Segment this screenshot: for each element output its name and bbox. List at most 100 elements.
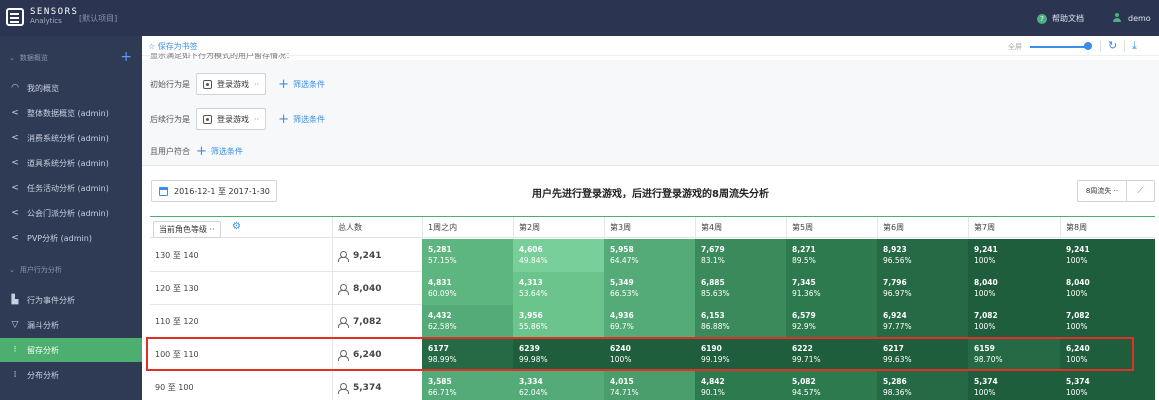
retention-cell[interactable]: 5,958 64.47% xyxy=(604,239,695,272)
table-header: 当前角色等级 ·· ⚙ 总人数 1周之内 第2周 第3周 第4周 第5周 第6周 第7周 第8周 xyxy=(150,216,1155,239)
retention-cell[interactable]: 3,585 66.71% xyxy=(422,371,513,400)
sidebar-item-label: 整体数据概览 (admin) xyxy=(27,108,109,118)
initial-add-filter-button[interactable]: + 筛选条件 xyxy=(278,77,325,92)
retention-cell[interactable]: 4,936 69.7% xyxy=(604,305,695,338)
retention-cell[interactable]: 6159 98.70% xyxy=(968,338,1060,371)
user-filter-row: 且用户符合 + 筛选条件 xyxy=(150,140,243,162)
cell-percent: 100% xyxy=(1066,355,1088,364)
period-select[interactable]: 8周流失 ·· xyxy=(1077,180,1127,202)
sidebar-item-overall[interactable]: < 整体数据概览 (admin) xyxy=(0,101,142,125)
cell-count: 5,082 xyxy=(792,377,816,386)
share-icon: < xyxy=(11,233,19,243)
row-label: 120 至 130 xyxy=(155,284,199,293)
line-chart-icon[interactable]: ⟋ xyxy=(1127,180,1155,202)
add-dashboard-icon[interactable]: + xyxy=(120,49,132,65)
row-total[interactable]: 9,241 xyxy=(332,239,422,272)
retention-cell[interactable]: 7,082 100% xyxy=(1060,305,1155,338)
retention-cell[interactable]: 6,885 85.63% xyxy=(695,272,786,305)
retention-cell[interactable]: 5,286 98.36% xyxy=(877,371,968,400)
cell-percent: 96.97% xyxy=(883,289,912,298)
sidebar-item-events[interactable]: ▙ 行为事件分析 xyxy=(0,288,142,312)
return-event-select[interactable]: 登录游戏 ·· xyxy=(196,108,267,130)
retention-cell[interactable]: 7,345 91.36% xyxy=(786,272,877,305)
retention-cell[interactable]: 9,241 100% xyxy=(1060,239,1155,272)
retention-cell[interactable]: 8,040 100% xyxy=(968,272,1060,305)
retention-cell[interactable]: 4,831 60.09% xyxy=(422,272,513,305)
sidebar-item-pvp[interactable]: < PVP分析 (admin) xyxy=(0,226,142,250)
retention-cell[interactable]: 8,271 89.5% xyxy=(786,239,877,272)
project-selector[interactable]: [默认项目] xyxy=(79,13,117,24)
retention-cell[interactable]: 7,796 96.97% xyxy=(877,272,968,305)
sidebar-item-label: 公会门派分析 (admin) xyxy=(27,208,109,218)
person-icon xyxy=(338,349,349,361)
sidebar-item-items[interactable]: < 道具系统分析 (admin) xyxy=(0,151,142,175)
logo-name: SENSORS xyxy=(30,7,79,17)
sidebar-item-retention[interactable]: ⁝ 留存分析 xyxy=(0,338,142,362)
zoom-slider[interactable] xyxy=(1030,46,1088,48)
row-total[interactable]: 6,240 xyxy=(332,338,422,371)
retention-cell[interactable]: 5,082 94.57% xyxy=(786,371,877,400)
retention-cell[interactable]: 3,334 62.04% xyxy=(513,371,604,400)
retention-cell[interactable]: 6190 99.19% xyxy=(695,338,786,371)
sidebar-group-behavior[interactable]: ⌄ 用户行为分析 xyxy=(0,258,142,282)
initial-event-select[interactable]: 登录游戏 ·· xyxy=(196,73,267,95)
return-add-filter-button[interactable]: + 筛选条件 xyxy=(278,112,325,127)
filter-panel: 初始行为是 登录游戏 ·· + 筛选条件 后续行为是 登录游戏 ·· + 筛选条… xyxy=(142,60,1159,166)
retention-cell[interactable]: 6,153 86.88% xyxy=(695,305,786,338)
user-menu[interactable]: demo xyxy=(1112,13,1151,23)
sidebar-item-distribution[interactable]: ⁞ 分布分析 xyxy=(0,363,142,387)
retention-cell[interactable]: 4,432 62.58% xyxy=(422,305,513,338)
retention-cell[interactable]: 5,374 100% xyxy=(968,371,1060,400)
cell-percent: 99.19% xyxy=(701,355,730,364)
retention-cell[interactable]: 9,241 100% xyxy=(968,239,1060,272)
share-icon: < xyxy=(11,183,19,193)
retention-cell[interactable]: 6239 99.98% xyxy=(513,338,604,371)
refresh-icon[interactable]: ↻ xyxy=(1108,39,1117,52)
sidebar-item-funnel[interactable]: ▽ 漏斗分析 xyxy=(0,313,142,337)
cell-count: 4,015 xyxy=(610,377,634,386)
retention-cell[interactable]: 8,040 100% xyxy=(1060,272,1155,305)
help-docs-link[interactable]: ? 帮助文档 xyxy=(1037,13,1084,24)
user-add-filter-button[interactable]: + 筛选条件 xyxy=(196,144,243,159)
distribution-icon: ⁞ xyxy=(13,370,17,380)
initial-event-value: 登录游戏 xyxy=(217,79,249,89)
share-icon: < xyxy=(11,208,19,218)
retention-cell[interactable]: 8,923 96.56% xyxy=(877,239,968,272)
retention-cell[interactable]: 6240 100% xyxy=(604,338,695,371)
cell-count: 7,796 xyxy=(883,278,907,287)
save-bookmark-button[interactable]: ☆ 保存为书签 xyxy=(148,41,198,52)
cell-count: 8,923 xyxy=(883,245,907,254)
cell-count: 9,241 xyxy=(974,245,998,254)
row-total[interactable]: 8,040 xyxy=(332,272,422,305)
group-by-select[interactable]: 当前角色等级 ·· xyxy=(153,221,221,238)
sidebar-item-tasks[interactable]: < 任务活动分析 (admin) xyxy=(0,176,142,200)
retention-cell[interactable]: 4,842 90.1% xyxy=(695,371,786,400)
row-total-value: 9,241 xyxy=(353,250,382,261)
sidebar-item-my-overview[interactable]: ◠ 我的概览 xyxy=(0,76,142,100)
download-icon[interactable]: ⤓ xyxy=(1132,39,1137,53)
retention-cell[interactable]: 3,956 55.86% xyxy=(513,305,604,338)
sidebar-item-guild[interactable]: < 公会门派分析 (admin) xyxy=(0,201,142,225)
sidebar-group-overview[interactable]: ⌄ 数据概览 + xyxy=(0,46,142,70)
logo[interactable]: SENSORS Analytics xyxy=(6,8,78,26)
cell-percent: 86.88% xyxy=(701,322,730,331)
retention-cell[interactable]: 7,082 100% xyxy=(968,305,1060,338)
retention-cell[interactable]: 6,240 100% xyxy=(1060,338,1155,371)
retention-cell[interactable]: 6177 98.99% xyxy=(422,338,513,371)
retention-cell[interactable]: 6217 99.63% xyxy=(877,338,968,371)
zoom-slider-handle[interactable] xyxy=(1084,42,1092,50)
retention-cell[interactable]: 5,349 66.53% xyxy=(604,272,695,305)
retention-cell[interactable]: 7,679 83.1% xyxy=(695,239,786,272)
retention-cell[interactable]: 6,579 92.9% xyxy=(786,305,877,338)
retention-cell[interactable]: 5,374 100% xyxy=(1060,371,1155,400)
retention-cell[interactable]: 4,313 53.64% xyxy=(513,272,604,305)
retention-cell[interactable]: 4,606 49.84% xyxy=(513,239,604,272)
row-total[interactable]: 7,082 xyxy=(332,305,422,338)
retention-cell[interactable]: 6,924 97.77% xyxy=(877,305,968,338)
row-total[interactable]: 5,374 xyxy=(332,371,422,400)
retention-cell[interactable]: 4,015 74.71% xyxy=(604,371,695,400)
gear-icon[interactable]: ⚙ xyxy=(232,221,241,232)
retention-cell[interactable]: 6222 99.71% xyxy=(786,338,877,371)
sidebar-item-consumption[interactable]: < 消费系统分析 (admin) xyxy=(0,126,142,150)
retention-cell[interactable]: 5,281 57.15% xyxy=(422,239,513,272)
